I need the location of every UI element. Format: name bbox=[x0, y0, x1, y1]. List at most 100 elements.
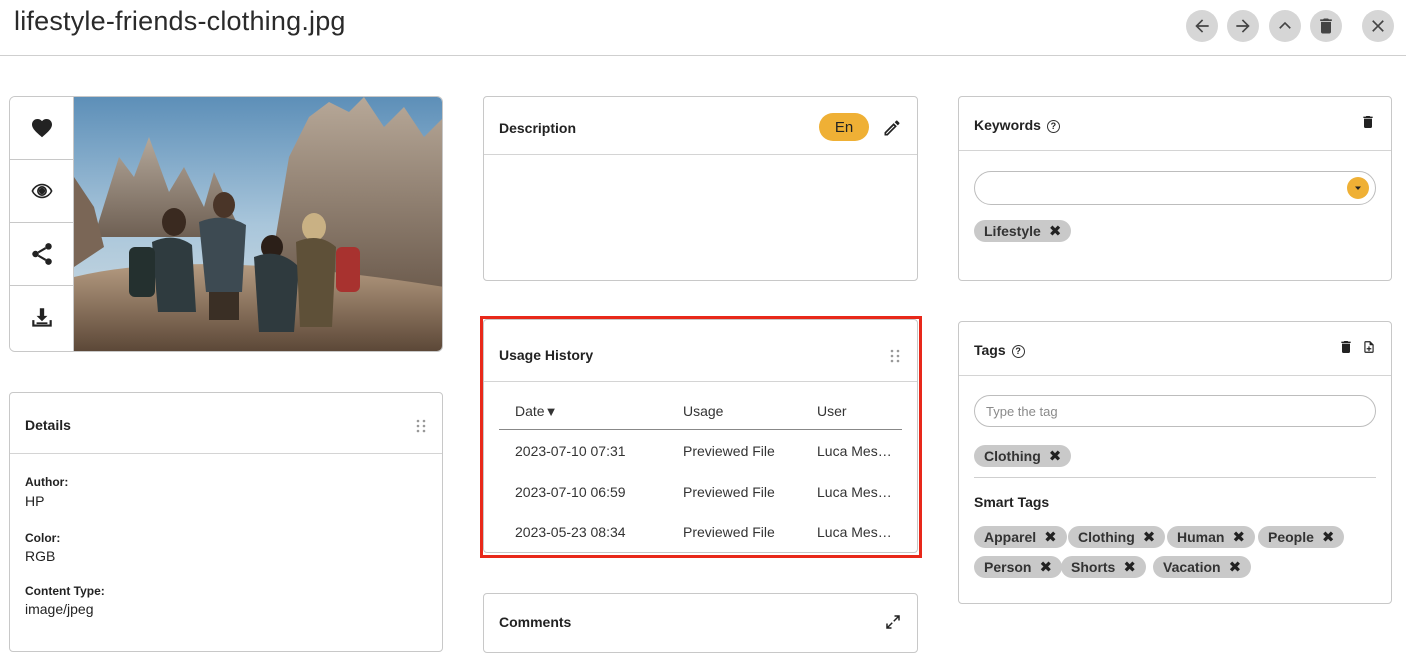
row-date: 2023-05-23 08:34 bbox=[515, 524, 626, 540]
tag-chip: Clothing ✖ bbox=[974, 445, 1072, 467]
remove-chip-icon[interactable]: ✖ bbox=[1229, 560, 1242, 575]
row-date: 2023-07-10 06:59 bbox=[515, 484, 626, 500]
remove-chip-icon[interactable]: ✖ bbox=[1232, 530, 1245, 545]
arrow-left-icon bbox=[1195, 19, 1209, 33]
details-panel: Details Author: HP Color: RGB Content Ty… bbox=[9, 392, 443, 652]
column-header-usage[interactable]: Usage bbox=[683, 403, 723, 419]
close-icon bbox=[1372, 20, 1384, 32]
smart-tag-chip: Apparel ✖ bbox=[974, 526, 1067, 548]
heart-icon bbox=[31, 119, 52, 138]
smart-tags-title: Smart Tags bbox=[974, 494, 1050, 510]
sort-down-icon: ▼ bbox=[544, 404, 558, 419]
smart-tag-chip: People ✖ bbox=[1258, 526, 1345, 548]
chip-label: Apparel bbox=[984, 529, 1037, 545]
description-header: Description En bbox=[484, 97, 917, 155]
file-title: lifestyle-friends-clothing.jpg bbox=[14, 6, 346, 36]
content-type-value: image/jpeg bbox=[25, 601, 94, 617]
tags-title-row: Tags? bbox=[974, 342, 1025, 358]
export-tags-button[interactable] bbox=[1361, 338, 1377, 356]
row-usage: Previewed File bbox=[683, 484, 775, 500]
document-icon bbox=[1364, 341, 1374, 353]
eye-icon bbox=[30, 183, 53, 199]
help-icon[interactable]: ? bbox=[1046, 120, 1060, 133]
expand-icon bbox=[886, 615, 900, 629]
comments-panel: Comments bbox=[483, 593, 918, 653]
favorite-button[interactable] bbox=[10, 97, 73, 160]
share-icon bbox=[31, 243, 52, 265]
pencil-icon bbox=[884, 120, 900, 136]
keywords-panel: Keywords? Lifestyle ✖ bbox=[958, 96, 1392, 281]
trash-icon bbox=[1363, 116, 1373, 128]
download-button[interactable] bbox=[10, 286, 73, 349]
chip-label: Vacation bbox=[1163, 559, 1221, 575]
color-value: RGB bbox=[25, 548, 56, 564]
previous-button[interactable] bbox=[1186, 10, 1218, 42]
keywords-header: Keywords? bbox=[959, 97, 1391, 151]
drag-handle-icon[interactable] bbox=[890, 349, 900, 363]
next-button[interactable] bbox=[1227, 10, 1259, 42]
caret-down-icon bbox=[1355, 186, 1361, 190]
usage-history-panel: Usage History Date▼ Usage User 2023-07-1… bbox=[483, 319, 918, 553]
remove-chip-icon[interactable]: ✖ bbox=[1143, 530, 1156, 545]
tags-header: Tags? bbox=[959, 322, 1391, 376]
share-button[interactable] bbox=[10, 223, 73, 286]
row-usage: Previewed File bbox=[683, 443, 775, 459]
tag-input[interactable] bbox=[974, 395, 1376, 427]
smart-tag-chip: Person ✖ bbox=[974, 556, 1063, 578]
language-button[interactable]: En bbox=[819, 113, 869, 141]
description-title: Description bbox=[499, 120, 577, 136]
row-user: Luca Mes… bbox=[817, 484, 892, 500]
keyword-chip: Lifestyle ✖ bbox=[974, 220, 1072, 242]
arrow-right-icon bbox=[1236, 19, 1250, 33]
author-value: HP bbox=[25, 493, 45, 509]
row-user: Luca Mes… bbox=[817, 524, 892, 540]
tags-title: Tags bbox=[974, 342, 1006, 358]
description-body[interactable] bbox=[499, 167, 902, 270]
column-header-user[interactable]: User bbox=[817, 403, 847, 419]
preview-button[interactable] bbox=[10, 160, 73, 223]
keyword-select[interactable] bbox=[974, 171, 1376, 205]
download-icon bbox=[31, 307, 52, 327]
details-header: Details bbox=[10, 393, 442, 454]
remove-chip-icon[interactable]: ✖ bbox=[1039, 560, 1052, 575]
tags-panel: Tags? Clothing✖ Smart Tags Apparel✖ Clot… bbox=[958, 321, 1392, 604]
chevron-up-icon bbox=[1279, 21, 1291, 29]
collapse-button[interactable] bbox=[1269, 10, 1301, 42]
color-label: Color: bbox=[25, 531, 61, 545]
smart-tag-chip: Shorts ✖ bbox=[1061, 556, 1146, 578]
remove-chip-icon[interactable]: ✖ bbox=[1049, 224, 1062, 239]
friends-mountain-photo bbox=[74, 97, 442, 351]
clear-tags-button[interactable] bbox=[1337, 338, 1355, 356]
header: lifestyle-friends-clothing.jpg bbox=[0, 0, 1406, 56]
edit-description-button[interactable] bbox=[881, 117, 903, 139]
chip-label: Human bbox=[1177, 529, 1225, 545]
remove-chip-icon[interactable]: ✖ bbox=[1123, 560, 1136, 575]
smart-tag-chip: Vacation ✖ bbox=[1153, 556, 1252, 578]
details-title: Details bbox=[25, 417, 71, 433]
usage-history-header: Usage History bbox=[484, 320, 917, 382]
remove-chip-icon[interactable]: ✖ bbox=[1049, 449, 1062, 464]
smart-tag-chip: Clothing ✖ bbox=[1068, 526, 1166, 548]
column-header-date[interactable]: Date▼ bbox=[515, 403, 557, 419]
keywords-title: Keywords bbox=[974, 117, 1041, 133]
dropdown-button[interactable] bbox=[1347, 177, 1369, 199]
description-panel: Description En bbox=[483, 96, 918, 281]
table-header-divider bbox=[499, 429, 902, 430]
image-preview-card bbox=[9, 96, 443, 352]
chip-label: Clothing bbox=[984, 448, 1041, 464]
expand-comments-button[interactable] bbox=[883, 612, 903, 632]
date-column-label: Date bbox=[515, 403, 545, 419]
content-type-label: Content Type: bbox=[25, 584, 105, 598]
delete-button[interactable] bbox=[1310, 10, 1342, 42]
help-icon[interactable]: ? bbox=[1011, 345, 1025, 358]
remove-chip-icon[interactable]: ✖ bbox=[1322, 530, 1335, 545]
clear-keywords-button[interactable] bbox=[1359, 113, 1377, 131]
comments-title: Comments bbox=[499, 614, 572, 630]
remove-chip-icon[interactable]: ✖ bbox=[1044, 530, 1057, 545]
drag-handle-icon[interactable] bbox=[416, 419, 426, 433]
tags-divider bbox=[974, 477, 1376, 478]
chip-label: Shorts bbox=[1071, 559, 1116, 575]
chip-label: Clothing bbox=[1078, 529, 1135, 545]
close-button[interactable] bbox=[1362, 10, 1394, 42]
image-preview[interactable] bbox=[74, 97, 442, 351]
